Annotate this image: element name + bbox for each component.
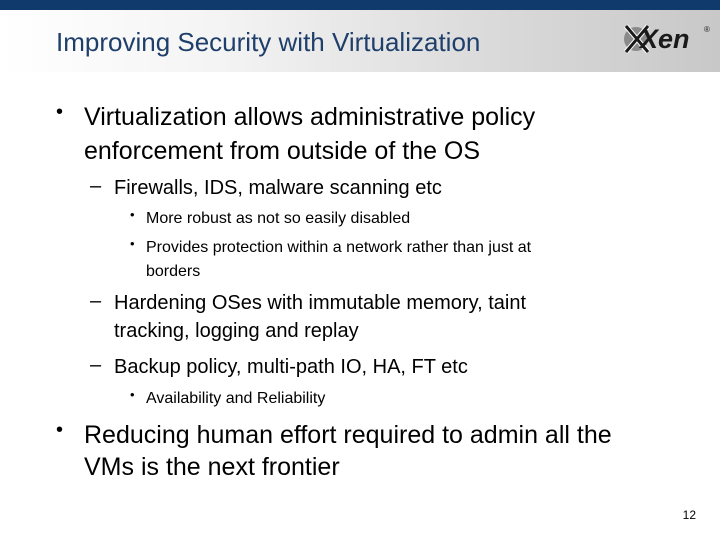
bullet-line: enforcement from outside of the OS — [84, 137, 481, 165]
slide-content: • Virtualization allows administrative p… — [0, 0, 720, 540]
bullet-mark: • — [56, 419, 64, 441]
sub-sub-bullet-mark: • — [130, 236, 135, 251]
sub-bullet-mark: – — [90, 354, 102, 376]
sub-sub-bullet-mark: • — [130, 387, 135, 402]
bullet-line: Virtualization allows administrative pol… — [84, 103, 536, 131]
bullet-line: VMs is the next frontier — [84, 453, 340, 481]
sub-bullet-line: Backup policy, multi-path IO, HA, FT etc — [114, 356, 468, 378]
sub-sub-bullet-line: Provides protection within a network rat… — [146, 239, 532, 256]
sub-bullet-line: Hardening OSes with immutable memory, ta… — [114, 292, 527, 314]
bullet-mark: • — [56, 101, 64, 123]
bullet-line: Reducing human effort required to admin … — [84, 421, 612, 449]
sub-sub-bullet-line: Availability and Reliability — [146, 390, 326, 407]
sub-sub-bullet-mark: • — [130, 207, 135, 222]
sub-sub-bullet-line: More robust as not so easily disabled — [146, 210, 411, 227]
sub-bullet-line: tracking, logging and replay — [114, 320, 359, 342]
sub-bullet-line: Firewalls, IDS, malware scanning etc — [114, 177, 442, 199]
sub-bullet-mark: – — [90, 290, 102, 312]
sub-bullet-mark: – — [90, 175, 102, 197]
sub-sub-bullet-line: borders — [146, 263, 201, 280]
page-number: 12 — [682, 508, 696, 522]
